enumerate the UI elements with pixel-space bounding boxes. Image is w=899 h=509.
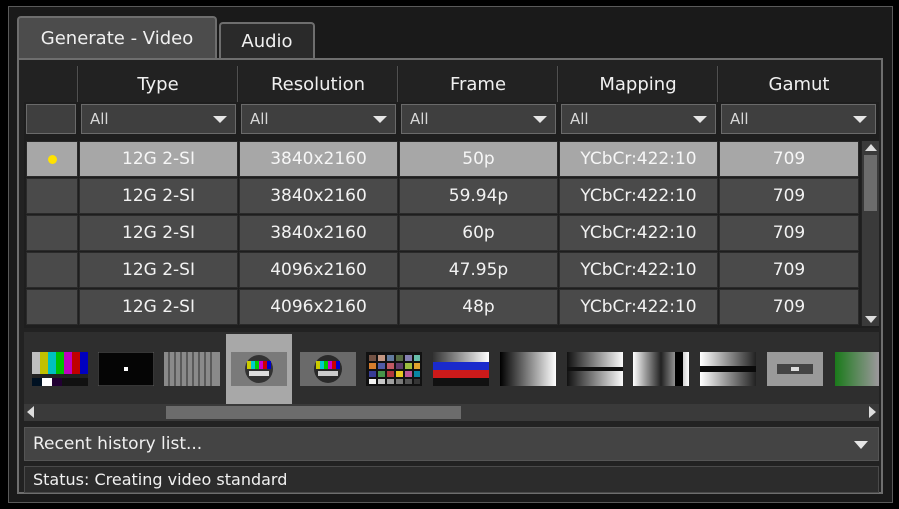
test-pattern-strip	[24, 332, 879, 404]
row-indicator	[26, 252, 78, 288]
horizontal-gradient-icon[interactable]	[500, 352, 556, 386]
cell-frame: 50p	[399, 141, 558, 177]
scrollbar-thumb[interactable]	[864, 155, 877, 211]
filter-mapping-select[interactable]: All	[561, 104, 716, 134]
tab-generate-video[interactable]: Generate - Video	[17, 16, 217, 59]
row-indicator	[26, 178, 78, 214]
column-header-gamut[interactable]: Gamut	[719, 66, 879, 102]
scroll-up-icon[interactable]	[865, 144, 877, 151]
circle-test-chart-icon[interactable]	[231, 352, 287, 386]
column-header-resolution[interactable]: Resolution	[239, 66, 398, 102]
filter-type-select[interactable]: All	[81, 104, 236, 134]
column-header-frame[interactable]: Frame	[399, 66, 558, 102]
cell-mapping: YCbCr:422:10	[559, 178, 718, 214]
cell-resolution: 3840x2160	[239, 215, 398, 251]
column-header-mapping[interactable]: Mapping	[559, 66, 718, 102]
row-indicator	[26, 289, 78, 325]
cell-gamut: 709	[719, 141, 859, 177]
scroll-right-icon[interactable]	[869, 406, 876, 418]
header-corner	[24, 66, 78, 102]
pluge-dot-icon[interactable]	[97, 351, 155, 387]
cell-frame: 59.94p	[399, 178, 558, 214]
cell-type: 12G 2-SI	[79, 178, 238, 214]
cell-type: 12G 2-SI	[79, 289, 238, 325]
chevron-down-icon	[853, 116, 867, 123]
status-text: Status: Creating video standard	[33, 470, 288, 489]
chevron-down-icon	[373, 116, 387, 123]
chevron-down-icon	[213, 116, 227, 123]
cell-mapping: YCbCr:422:10	[559, 215, 718, 251]
tricolor-bars-icon[interactable]	[433, 352, 489, 386]
cell-resolution: 4096x2160	[239, 289, 398, 325]
filter-corner	[26, 104, 76, 134]
cell-frame: 60p	[399, 215, 558, 251]
selected-dot-icon	[47, 154, 57, 164]
cell-frame: 48p	[399, 289, 558, 325]
circle-test-chart-alt-icon[interactable]	[300, 352, 356, 386]
ramp-gradient-icon[interactable]	[567, 352, 623, 386]
scrollbar-thumb[interactable]	[166, 406, 461, 419]
cell-gamut: 709	[719, 178, 859, 214]
scroll-left-icon[interactable]	[27, 406, 34, 418]
cell-gamut: 709	[719, 252, 859, 288]
column-header-type[interactable]: Type	[79, 66, 238, 102]
row-indicator	[26, 141, 78, 177]
filter-frame-select[interactable]: All	[401, 104, 556, 134]
cell-type: 12G 2-SI	[79, 141, 238, 177]
cell-resolution: 4096x2160	[239, 252, 398, 288]
chevron-down-icon	[533, 116, 547, 123]
cell-frame: 47.95p	[399, 252, 558, 288]
cell-resolution: 3840x2160	[239, 141, 398, 177]
chevron-down-icon	[854, 441, 868, 449]
split-gradient-icon[interactable]	[633, 352, 689, 386]
tab-audio[interactable]: Audio	[219, 22, 315, 59]
filter-resolution-value: All	[250, 110, 269, 128]
cell-resolution: 3840x2160	[239, 178, 398, 214]
chevron-down-icon	[693, 116, 707, 123]
status-bar: Status: Creating video standard	[24, 466, 879, 493]
cell-type: 12G 2-SI	[79, 215, 238, 251]
green-gradient-icon[interactable]	[835, 352, 879, 386]
smpte-color-bars-icon[interactable]	[32, 352, 88, 386]
recent-history-label: Recent history list...	[33, 434, 203, 454]
cell-mapping: YCbCr:422:10	[559, 289, 718, 325]
filter-mapping-value: All	[570, 110, 589, 128]
filter-gamut-value: All	[730, 110, 749, 128]
cell-mapping: YCbCr:422:10	[559, 252, 718, 288]
stair-gradient-icon[interactable]	[700, 352, 756, 386]
table-vertical-scrollbar[interactable]	[861, 141, 879, 326]
cell-gamut: 709	[719, 215, 859, 251]
video-standard-table: Type Resolution Frame Mapping Gamut All …	[24, 66, 879, 328]
gray-stripes-icon[interactable]	[164, 352, 220, 386]
filter-gamut-select[interactable]: All	[721, 104, 876, 134]
cell-gamut: 709	[719, 289, 859, 325]
recent-history-dropdown[interactable]: Recent history list...	[24, 427, 879, 461]
filter-resolution-select[interactable]: All	[241, 104, 396, 134]
color-checker-icon[interactable]	[366, 352, 422, 386]
pattern-horizontal-scrollbar[interactable]	[24, 404, 879, 421]
row-indicator	[26, 215, 78, 251]
filter-type-value: All	[90, 110, 109, 128]
gray-window-icon[interactable]	[767, 352, 823, 386]
cell-mapping: YCbCr:422:10	[559, 141, 718, 177]
scroll-down-icon[interactable]	[865, 316, 877, 323]
filter-frame-value: All	[410, 110, 429, 128]
cell-type: 12G 2-SI	[79, 252, 238, 288]
